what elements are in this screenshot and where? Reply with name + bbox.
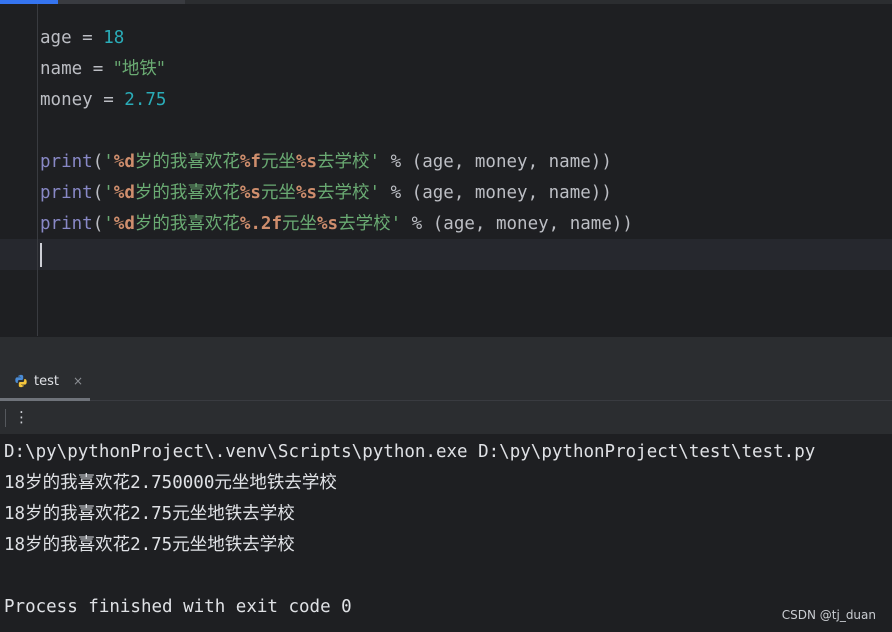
code-number: 2.75: [124, 90, 167, 110]
console-line: D:\py\pythonProject\.venv\Scripts\python…: [4, 442, 816, 462]
code-line-7[interactable]: print('%d岁的我喜欢花%.2f元坐%s去学校' % (age, mone…: [40, 209, 633, 240]
code-op: =: [92, 90, 125, 110]
code-format-spec: %d: [113, 183, 135, 203]
code-var: age: [40, 28, 72, 48]
code-paren: (: [92, 214, 104, 234]
console-line: 18岁的我喜欢花2.750000元坐地铁去学校: [4, 473, 337, 493]
code-string: 元坐: [260, 183, 296, 203]
code-paren: (: [92, 152, 104, 172]
code-quote: ': [103, 183, 114, 203]
editor-tab-bar: [0, 0, 892, 4]
console-line: Process finished with exit code 0: [4, 597, 352, 617]
current-line-highlight: [0, 239, 892, 270]
code-builtin: print: [40, 183, 93, 203]
code-format-spec: %.2f: [239, 214, 283, 234]
code-var: name: [40, 59, 83, 79]
code-quote: ': [103, 152, 114, 172]
code-line-3[interactable]: money = 2.75: [40, 85, 166, 116]
code-line-1[interactable]: age = 18: [40, 23, 124, 54]
code-op: =: [71, 28, 104, 48]
code-rest: % (age, money, name)): [380, 152, 612, 172]
watermark: CSDN @tj_duan: [781, 608, 876, 622]
code-rest: % (age, money, name)): [401, 214, 633, 234]
run-toolbar: ⋮: [0, 401, 892, 434]
code-paren: (: [92, 183, 104, 203]
code-number: 18: [103, 28, 125, 48]
code-string: 岁的我喜欢花: [134, 214, 240, 234]
code-string: 去学校: [317, 152, 370, 172]
toolbar-divider: [5, 409, 6, 427]
python-icon: [15, 374, 27, 388]
console-line: 18岁的我喜欢花2.75元坐地铁去学校: [4, 504, 295, 524]
code-builtin: print: [40, 152, 93, 172]
code-op: =: [82, 59, 114, 79]
code-string: 元坐: [260, 152, 296, 172]
console-output[interactable]: D:\py\pythonProject\.venv\Scripts\python…: [0, 434, 892, 632]
run-tab-test[interactable]: test ×: [14, 371, 83, 391]
code-rest: % (age, money, name)): [380, 183, 612, 203]
code-format-spec: %s: [239, 183, 261, 203]
code-format-spec: %d: [113, 152, 135, 172]
code-string: 元坐: [282, 214, 318, 234]
console-line: 18岁的我喜欢花2.75元坐地铁去学校: [4, 535, 295, 555]
code-quote: ': [369, 183, 381, 203]
code-format-spec: %s: [295, 183, 318, 203]
code-quote: ': [369, 152, 381, 172]
panel-splitter[interactable]: [0, 336, 892, 361]
code-format-spec: %d: [113, 214, 135, 234]
close-icon[interactable]: ×: [73, 374, 83, 388]
code-line-5[interactable]: print('%d岁的我喜欢花%f元坐%s去学校' % (age, money,…: [40, 147, 612, 178]
code-string: 岁的我喜欢花: [134, 152, 240, 172]
editor-tab-active-indicator[interactable]: [0, 0, 58, 4]
more-vertical-icon[interactable]: ⋮: [14, 407, 29, 427]
code-string: 去学校: [317, 183, 370, 203]
run-panel: test × ⋮ D:\py\pythonProject\.venv\Scrip…: [0, 360, 892, 632]
run-tab-label: test: [34, 373, 59, 389]
run-tab-bar: test ×: [0, 360, 892, 401]
editor-tab-inactive[interactable]: [58, 0, 185, 4]
code-line-6[interactable]: print('%d岁的我喜欢花%s元坐%s去学校' % (age, money,…: [40, 178, 612, 209]
code-string: "地铁": [113, 59, 165, 79]
code-format-spec: %s: [295, 152, 318, 172]
code-var: money: [40, 90, 93, 110]
gutter-divider: [37, 4, 38, 336]
code-string: 去学校: [338, 214, 391, 234]
code-quote: ': [390, 214, 402, 234]
code-builtin: print: [40, 214, 93, 234]
code-line-2[interactable]: name = "地铁": [40, 54, 165, 85]
text-caret: [40, 243, 42, 267]
code-string: 岁的我喜欢花: [134, 183, 240, 203]
code-format-spec: %s: [317, 214, 339, 234]
code-quote: ': [103, 214, 114, 234]
code-editor[interactable]: age = 18 name = "地铁" money = 2.75 print(…: [0, 0, 892, 336]
code-format-spec: %f: [239, 152, 261, 172]
